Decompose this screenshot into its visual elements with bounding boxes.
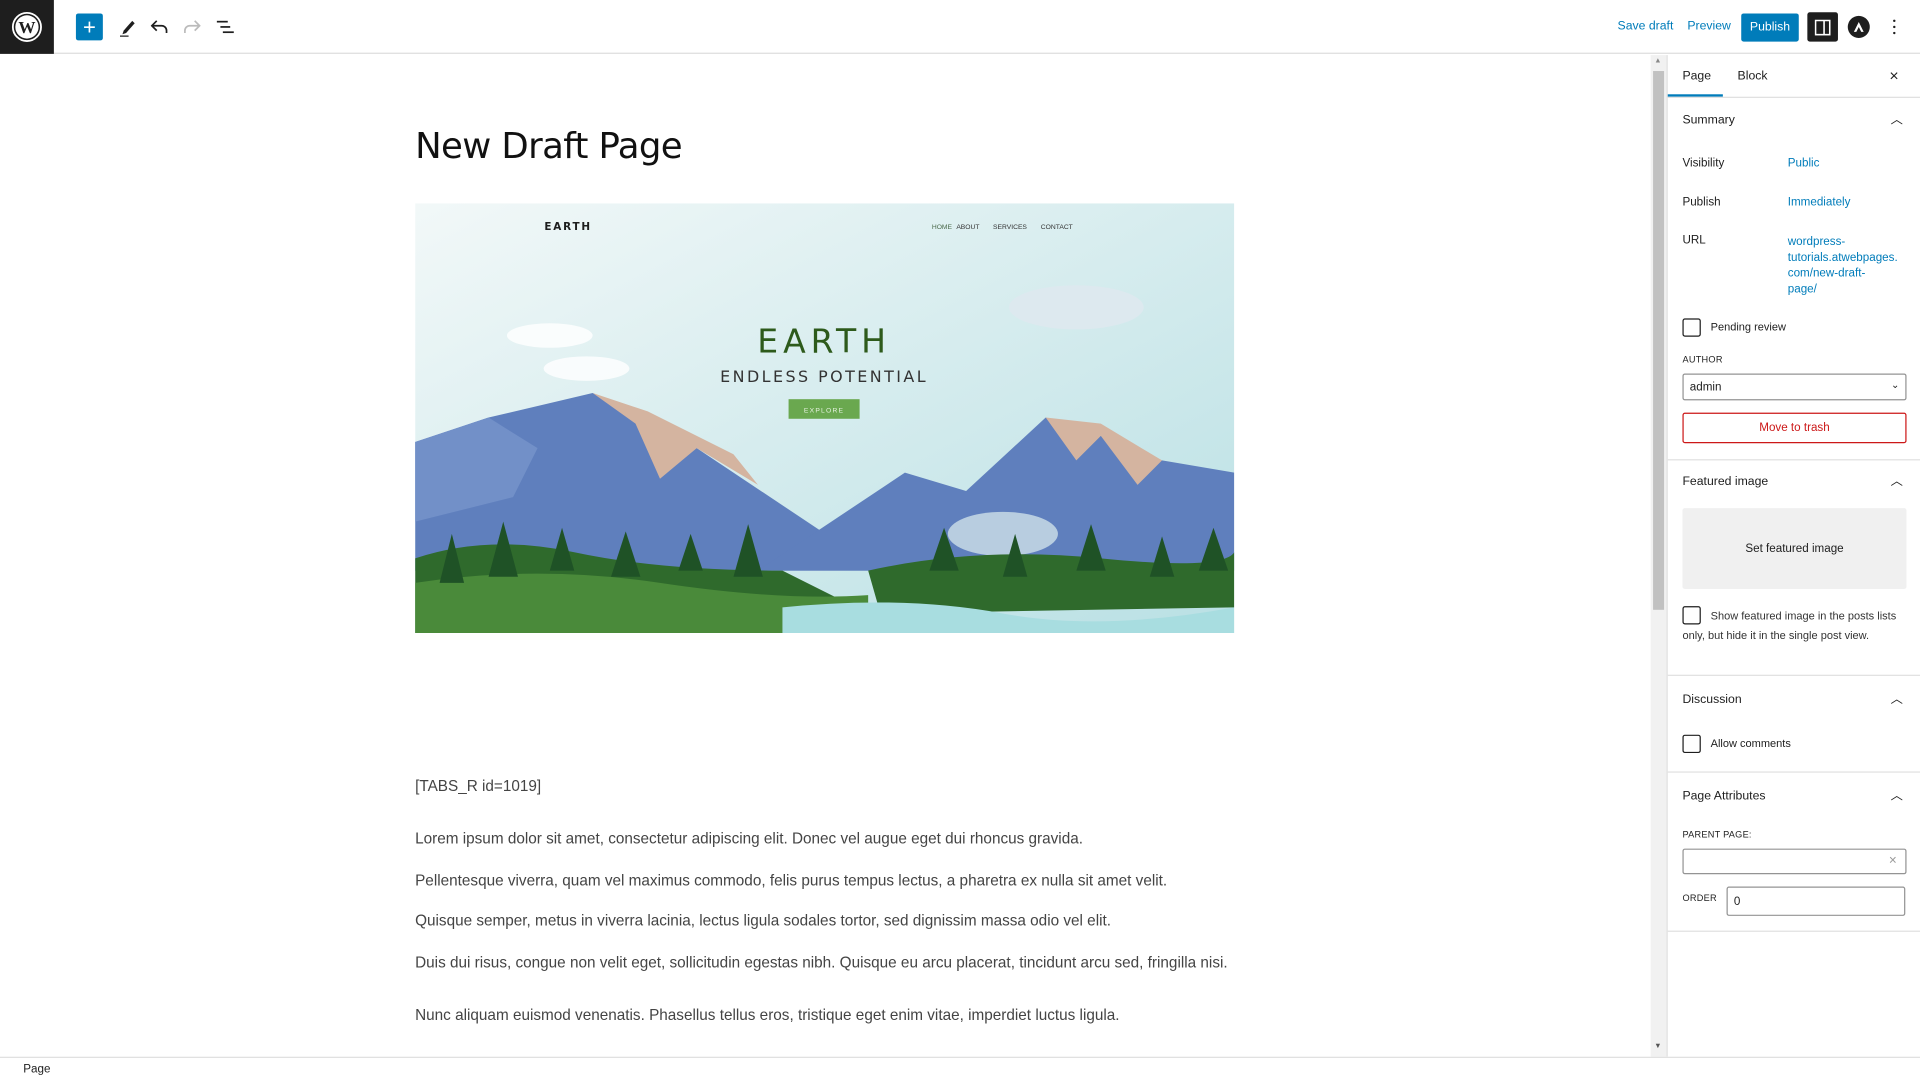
breadcrumb[interactable]: Page	[23, 1063, 50, 1076]
visibility-value[interactable]: Public	[1788, 157, 1820, 170]
preview-button[interactable]: Preview	[1687, 20, 1731, 33]
plus-icon: +	[82, 14, 96, 39]
undo-button[interactable]	[146, 13, 173, 40]
kebab-icon	[1892, 25, 1896, 29]
close-sidebar-icon[interactable]: ×	[1889, 66, 1898, 84]
author-value: admin	[1689, 380, 1722, 394]
summary-title[interactable]: Summary	[1682, 114, 1734, 127]
url-line: wordpress-	[1787, 235, 1846, 249]
mountain-landscape-image: EARTH HOME ABOUT SERVICES CONTACT EARTH …	[415, 203, 1235, 634]
pending-review-label: Pending review	[1710, 320, 1786, 334]
order-label: ORDER	[1682, 892, 1717, 904]
pencil-icon	[120, 20, 135, 37]
allow-comments-label: Allow comments	[1710, 737, 1791, 750]
page-title[interactable]: New Draft Page	[415, 125, 683, 167]
featured-list-only-label: Show featured image in the posts lists o…	[1682, 609, 1897, 642]
url-line: tutorials.atwebpages.	[1787, 251, 1898, 265]
pending-review-checkbox[interactable]	[1682, 318, 1701, 337]
publish-button[interactable]: Publish	[1741, 13, 1799, 42]
hero-nav-home: HOME	[932, 224, 953, 231]
hero-logo: EARTH	[544, 221, 592, 233]
allow-comments-checkbox[interactable]	[1682, 734, 1701, 754]
parent-page-input[interactable]: ×	[1682, 848, 1907, 875]
author-select[interactable]: admin ⌄	[1682, 373, 1907, 401]
hero-subheading: ENDLESS POTENTIAL	[720, 367, 928, 386]
paragraph-block[interactable]: Pellentesque viverra, quam vel maximus c…	[415, 872, 1167, 889]
settings-toggle-button[interactable]	[1807, 12, 1838, 42]
add-block-button[interactable]: +	[75, 13, 103, 41]
wordpress-icon: W	[11, 11, 42, 42]
tab-page[interactable]: Page	[1682, 70, 1711, 83]
tools-button[interactable]	[114, 13, 141, 40]
paragraph-block[interactable]: Quisque semper, metus in viverra lacinia…	[415, 912, 1111, 929]
hero-nav-services: SERVICES	[993, 224, 1027, 231]
tab-block[interactable]: Block	[1738, 70, 1768, 83]
paragraph-block[interactable]: Lorem ipsum dolor sit amet, consectetur …	[415, 830, 1083, 847]
page-attributes-title[interactable]: Page Attributes	[1682, 790, 1765, 803]
settings-sidebar: Page Block × Summary ︿ Visibility Public…	[1666, 55, 1920, 1057]
hero-heading: EARTH	[757, 322, 891, 361]
hero-image-block[interactable]: EARTH HOME ABOUT SERVICES CONTACT EARTH …	[415, 203, 1235, 634]
options-button[interactable]	[1889, 16, 1899, 38]
url-value[interactable]: wordpress- tutorials.atwebpages. com/new…	[1788, 234, 1898, 298]
wordpress-logo[interactable]: W	[0, 0, 54, 54]
publish-date-value[interactable]: Immediately	[1788, 196, 1851, 209]
url-label: URL	[1682, 233, 1706, 248]
parent-page-label: PARENT PAGE:	[1682, 828, 1752, 841]
set-featured-image-button[interactable]: Set featured image	[1682, 508, 1907, 589]
publish-label: Publish	[1682, 195, 1721, 210]
discussion-title[interactable]: Discussion	[1682, 693, 1741, 706]
move-to-trash-button[interactable]: Move to trash	[1682, 412, 1907, 444]
hero-explore-label: EXPLORE	[804, 408, 844, 415]
chevron-up-icon[interactable]: ︿	[1891, 109, 1903, 127]
clear-icon[interactable]: ×	[1889, 853, 1897, 868]
astra-button[interactable]	[1847, 15, 1870, 38]
hero-nav-about: ABOUT	[956, 224, 979, 231]
chevron-up-icon[interactable]: ︿	[1891, 470, 1903, 488]
featured-image-title[interactable]: Featured image	[1682, 475, 1768, 488]
url-line: com/new-draft-	[1787, 266, 1866, 281]
save-draft-button[interactable]: Save draft	[1618, 20, 1674, 33]
svg-text:W: W	[18, 18, 35, 37]
chevron-up-icon[interactable]: ︿	[1891, 785, 1903, 803]
top-toolbar: W + Save draft Preview Publish	[0, 0, 1920, 54]
redo-icon	[184, 20, 201, 34]
redo-button[interactable]	[179, 13, 206, 40]
visibility-label: Visibility	[1682, 156, 1725, 171]
chevron-up-icon[interactable]: ︿	[1891, 688, 1903, 706]
scroll-down-arrow-icon[interactable]: ▼	[1654, 1043, 1661, 1050]
document-overview-button[interactable]	[212, 13, 239, 40]
order-value: 0	[1733, 894, 1741, 908]
list-view-icon	[216, 20, 234, 34]
shortcode-block[interactable]: [TABS_R id=1019]	[415, 778, 541, 795]
scrollbar-thumb[interactable]	[1653, 71, 1665, 610]
author-label: AUTHOR	[1682, 353, 1723, 365]
hero-nav-contact: CONTACT	[1041, 224, 1073, 231]
order-input[interactable]: 0	[1726, 886, 1906, 916]
url-line: page/	[1787, 282, 1817, 297]
undo-icon	[150, 20, 168, 34]
scroll-up-arrow-icon[interactable]: ▲	[1654, 58, 1661, 65]
status-footer: Page	[0, 1056, 1920, 1080]
sidebar-icon	[1814, 19, 1831, 35]
paragraph-block[interactable]: Nunc aliquam euismod venenatis. Phasellu…	[415, 1007, 1119, 1024]
paragraph-block[interactable]: Duis dui risus, congue non velit eget, s…	[415, 954, 1228, 971]
astra-icon	[1853, 22, 1864, 32]
chevron-down-icon: ⌄	[1890, 379, 1900, 391]
